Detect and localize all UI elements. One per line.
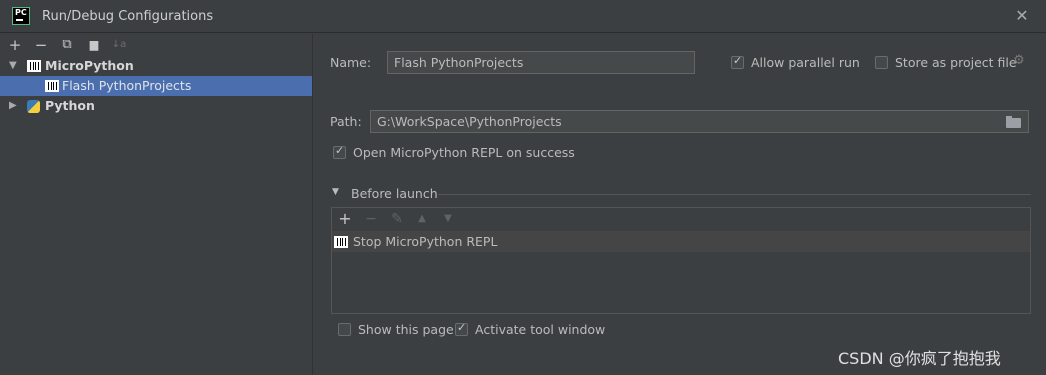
task-label: Stop MicroPython REPL <box>353 234 498 249</box>
tree-group-label: MicroPython <box>45 58 134 73</box>
name-label: Name: <box>330 55 372 70</box>
before-launch-toolbar: + − ✎ ▲ ▼ <box>332 208 1030 232</box>
section-divider <box>438 194 1031 195</box>
show-page-label: Show this page <box>358 322 454 337</box>
remove-task-icon[interactable]: − <box>362 210 380 228</box>
allow-parallel-label: Allow parallel run <box>751 55 860 70</box>
add-task-icon[interactable]: + <box>336 210 354 228</box>
show-page-checkbox[interactable] <box>338 323 351 336</box>
config-tree-panel: + − ⧉ ▆ ↓a ▼ MicroPython Flash PythonPro… <box>0 34 313 375</box>
chevron-down-icon[interactable]: ▼ <box>9 56 17 76</box>
watermark: CSDN @你疯了抱抱我 <box>838 349 1001 368</box>
remove-icon[interactable]: − <box>32 36 50 54</box>
move-down-icon[interactable]: ▼ <box>439 210 457 228</box>
micropython-icon <box>45 80 59 92</box>
tree-group-python[interactable]: ▶ Python <box>0 96 312 116</box>
folder-add-icon[interactable]: ▆ <box>85 36 103 54</box>
path-field[interactable]: G:\WorkSpace\PythonProjects <box>370 110 1029 133</box>
activate-tool-label: Activate tool window <box>475 322 606 337</box>
config-tree: ▼ MicroPython Flash PythonProjects ▶ Pyt… <box>0 56 312 116</box>
sort-icon[interactable]: ↓a <box>110 36 128 54</box>
title-bar: PC Run/Debug Configurations ✕ <box>0 0 1046 33</box>
tree-item-flash-pythonprojects[interactable]: Flash PythonProjects <box>0 76 312 96</box>
gear-icon[interactable]: ⚙ <box>1013 53 1025 68</box>
edit-task-icon[interactable]: ✎ <box>388 210 406 228</box>
folder-icon[interactable] <box>1006 116 1022 128</box>
tree-group-micropython[interactable]: ▼ MicroPython <box>0 56 312 76</box>
pycharm-icon: PC <box>12 7 30 25</box>
path-label: Path: <box>330 114 362 129</box>
before-launch-list: + − ✎ ▲ ▼ Stop MicroPython REPL <box>331 207 1031 314</box>
micropython-icon <box>334 236 348 248</box>
add-icon[interactable]: + <box>6 36 24 54</box>
copy-icon[interactable]: ⧉ <box>58 36 76 54</box>
open-repl-label: Open MicroPython REPL on success <box>353 145 575 160</box>
chevron-right-icon[interactable]: ▶ <box>9 96 17 116</box>
store-project-label: Store as project file <box>895 55 1017 70</box>
open-repl-checkbox[interactable] <box>333 144 346 159</box>
config-editor-panel: Name: Flash PythonProjects Allow paralle… <box>314 34 1046 375</box>
close-icon[interactable]: ✕ <box>1012 6 1032 26</box>
tree-item-label: Flash PythonProjects <box>62 78 192 93</box>
app-icon-text: PC <box>15 8 27 17</box>
collapse-toggle-icon[interactable]: ▼ <box>332 187 339 197</box>
window-title: Run/Debug Configurations <box>42 9 214 24</box>
allow-parallel-checkbox[interactable] <box>731 54 744 69</box>
list-item[interactable]: Stop MicroPython REPL <box>332 232 1030 252</box>
name-field[interactable]: Flash PythonProjects <box>387 51 695 74</box>
before-launch-title: Before launch <box>351 186 438 201</box>
activate-tool-checkbox[interactable] <box>455 321 468 336</box>
tree-group-label: Python <box>45 98 95 113</box>
python-icon <box>27 100 40 113</box>
move-up-icon[interactable]: ▲ <box>413 210 431 228</box>
tree-toolbar: + − ⧉ ▆ ↓a <box>0 34 312 56</box>
micropython-icon <box>27 60 41 72</box>
store-project-checkbox[interactable] <box>875 56 888 69</box>
